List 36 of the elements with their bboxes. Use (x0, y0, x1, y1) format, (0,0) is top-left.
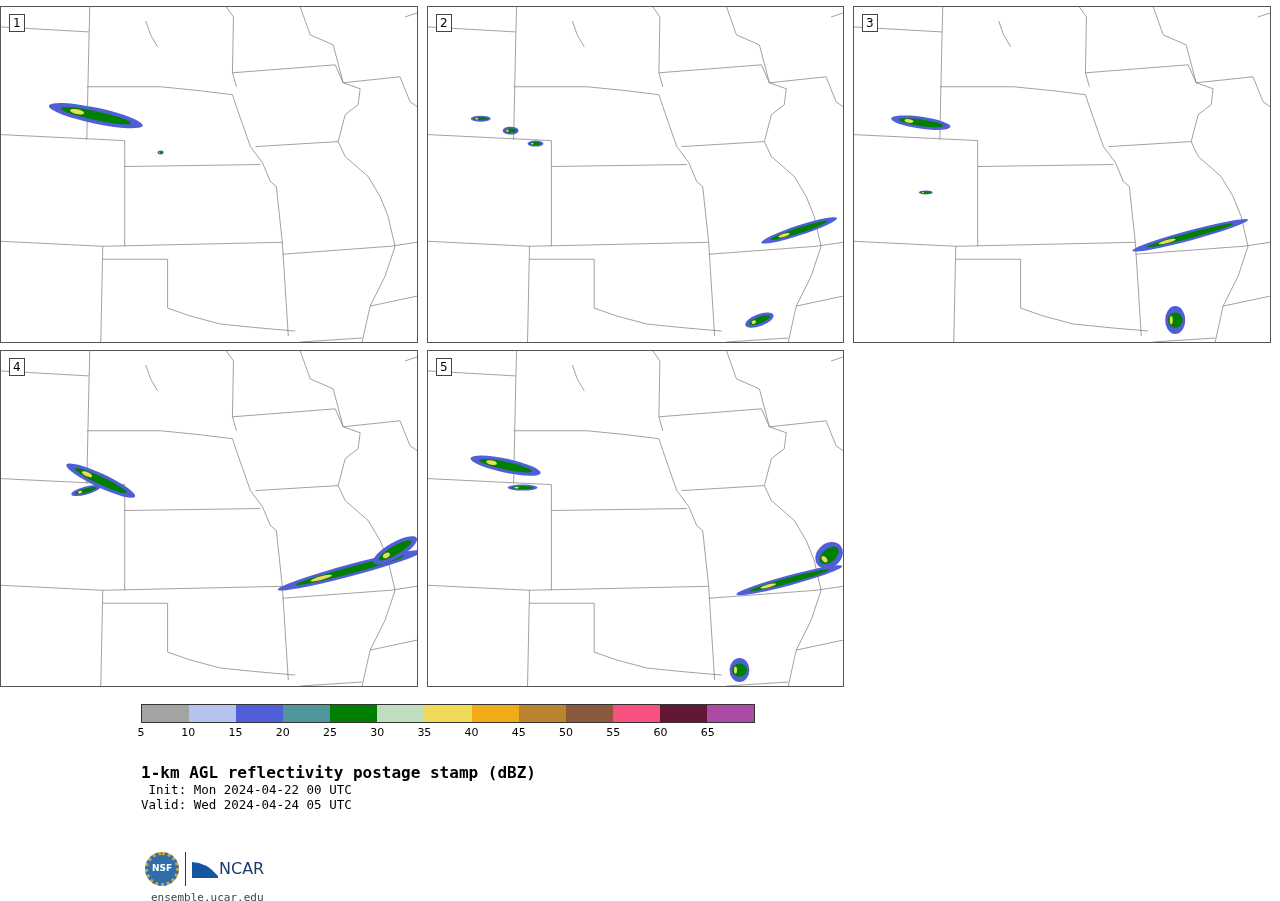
radar-echo-drawing (891, 115, 951, 130)
valid-time: Valid: Wed 2024-04-24 05 UTC (141, 797, 353, 812)
radar-echo-drawing (729, 658, 750, 682)
tick-label: 40 (464, 726, 479, 739)
radar-echo-drawing (502, 126, 519, 135)
tick-label: 10 (181, 726, 196, 739)
tick-label: 50 (559, 726, 574, 739)
panel-number-label: 3 (862, 14, 878, 32)
ncar-logo: NCAR (192, 860, 265, 878)
radar-echo-drawing (470, 115, 491, 122)
radar-echo-drawing (1165, 306, 1186, 334)
tick-label: 65 (700, 726, 715, 739)
radar-echo-drawing (470, 455, 541, 476)
panel-number-label: 4 (9, 358, 25, 376)
ncar-swoosh-icon (192, 860, 218, 878)
tick-label: 5 (137, 726, 145, 739)
tick-label: 45 (511, 726, 526, 739)
radar-echo-drawing (527, 140, 544, 147)
radar-echo-drawing (918, 190, 933, 195)
tick-label: 15 (228, 726, 243, 739)
nsf-logo: NSF (145, 852, 179, 886)
tick-label: 60 (653, 726, 668, 739)
radar-echo-drawing (507, 484, 538, 491)
chart-title: 1-km AGL reflectivity postage stamp (dBZ) (141, 763, 537, 782)
website-url: ensemble.ucar.edu (151, 891, 265, 901)
init-time: Init: Mon 2024-04-22 00 UTC (147, 782, 353, 797)
panel-number-label: 2 (436, 14, 452, 32)
tick-label: 20 (275, 726, 290, 739)
tick-label: 25 (322, 726, 337, 739)
radar-echo-drawing (157, 150, 164, 155)
tick-label: 35 (417, 726, 432, 739)
tick-label: 55 (606, 726, 621, 739)
panel-number-label: 1 (9, 14, 25, 32)
radar-echo-drawing (745, 312, 774, 328)
panel-number-label: 5 (436, 358, 452, 376)
tick-label: 30 (370, 726, 385, 739)
